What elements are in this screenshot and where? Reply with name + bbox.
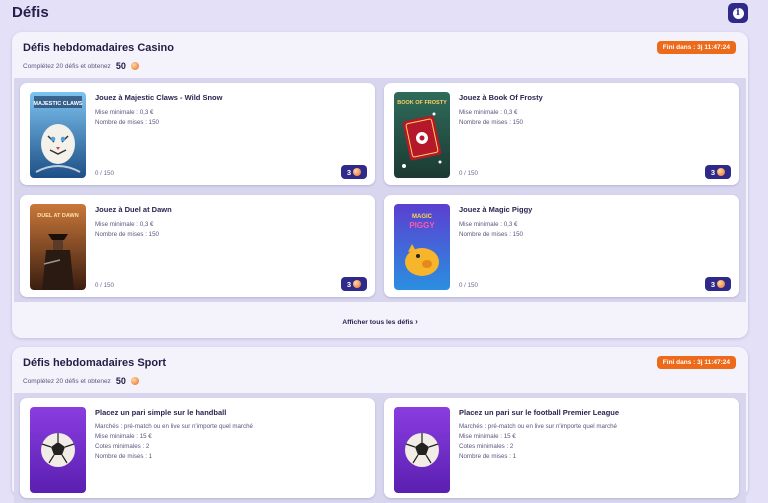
svg-text:MAJESTIC CLAWS: MAJESTIC CLAWS bbox=[33, 101, 83, 107]
svg-text:MAGIC: MAGIC bbox=[412, 214, 433, 220]
reward-button[interactable]: 3 bbox=[341, 165, 367, 179]
sport-challenges-section: Défis hebdomadaires Sport Complétez 20 d… bbox=[12, 347, 748, 503]
min-bet: Mise minimale : 15 € bbox=[95, 433, 152, 440]
bet-count: Nombre de mises : 150 bbox=[95, 119, 159, 126]
reward-button[interactable]: 3 bbox=[341, 277, 367, 291]
reward-amount: 50 bbox=[115, 376, 126, 386]
info-icon: i bbox=[732, 7, 744, 19]
show-all-label: Afficher tous les défis bbox=[342, 319, 414, 326]
reward-value: 3 bbox=[710, 279, 716, 289]
reward-button[interactable]: 3 bbox=[705, 277, 731, 291]
progress-text: 0 / 150 bbox=[459, 282, 478, 289]
min-bet: Mise minimale : 0,3 € bbox=[95, 109, 154, 116]
section-subtitle: Complétez 20 défis et obtenez 50 bbox=[23, 376, 139, 386]
game-thumbnail[interactable]: BOOK OF FROSTY bbox=[394, 92, 450, 178]
subtitle-text: Complétez 20 défis et obtenez bbox=[23, 377, 111, 385]
info-button[interactable]: i bbox=[728, 3, 748, 23]
timer-badge: Fini dans : 3j 11:47:24 bbox=[656, 41, 736, 54]
coin-icon bbox=[717, 280, 726, 288]
bet-count: Nombre de mises : 1 bbox=[95, 453, 153, 460]
min-bet: Mise minimale : 15 € bbox=[459, 433, 516, 440]
challenge-card[interactable]: Placez un pari sur le football Premier L… bbox=[384, 398, 739, 498]
progress-text: 0 / 150 bbox=[95, 282, 114, 289]
challenge-card[interactable]: MAJESTIC CLAWS Jouez à Majestic Claws - … bbox=[20, 83, 375, 185]
reward-value: 3 bbox=[346, 279, 352, 289]
bet-count: Nombre de mises : 1 bbox=[459, 453, 517, 460]
section-subtitle: Complétez 20 défis et obtenez 50 bbox=[23, 61, 139, 71]
markets: Marchés : pré-match ou en live sur n'imp… bbox=[459, 423, 617, 430]
subtitle-text: Complétez 20 défis et obtenez bbox=[23, 62, 111, 70]
min-bet: Mise minimale : 0,3 € bbox=[459, 109, 518, 116]
challenge-card[interactable]: MAGIC PIGGY Jouez à Magic Piggy Mise min… bbox=[384, 195, 739, 297]
game-thumbnail[interactable]: MAGIC PIGGY bbox=[394, 204, 450, 290]
progress-text: 0 / 150 bbox=[459, 170, 478, 177]
sport-thumbnail[interactable] bbox=[30, 407, 86, 493]
page-title: Défis bbox=[12, 4, 49, 21]
bet-count: Nombre de mises : 150 bbox=[459, 119, 523, 126]
show-all-link[interactable]: Afficher tous les défis › bbox=[12, 317, 748, 326]
reward-button[interactable]: 3 bbox=[705, 165, 731, 179]
coin-icon bbox=[353, 168, 362, 176]
challenge-card[interactable]: Placez un pari simple sur le handball Ma… bbox=[20, 398, 375, 498]
sport-thumbnail[interactable] bbox=[394, 407, 450, 493]
timer-badge: Fini dans : 3j 11:47:24 bbox=[656, 356, 736, 369]
coin-icon bbox=[353, 280, 362, 288]
min-bet: Mise minimale : 0,3 € bbox=[459, 221, 518, 228]
game-thumbnail[interactable]: DUEL AT DAWN bbox=[30, 204, 86, 290]
progress-text: 0 / 150 bbox=[95, 170, 114, 177]
reward-value: 3 bbox=[710, 167, 716, 177]
min-bet: Mise minimale : 0,3 € bbox=[95, 221, 154, 228]
card-title: Jouez à Book Of Frosty bbox=[459, 93, 543, 102]
card-title: Jouez à Majestic Claws - Wild Snow bbox=[95, 93, 223, 102]
section-title: Défis hebdomadaires Casino bbox=[23, 42, 174, 54]
svg-text:DUEL AT DAWN: DUEL AT DAWN bbox=[37, 213, 78, 219]
card-title: Jouez à Duel at Dawn bbox=[95, 205, 172, 214]
coin-icon bbox=[130, 62, 139, 70]
casino-challenges-section: Défis hebdomadaires Casino Complétez 20 … bbox=[12, 32, 748, 338]
game-thumbnail[interactable]: MAJESTIC CLAWS bbox=[30, 92, 86, 178]
coin-icon bbox=[717, 168, 726, 176]
challenge-card[interactable]: BOOK OF FROSTY Jouez à Book Of Frosty Mi… bbox=[384, 83, 739, 185]
min-odds: Cotes minimales : 2 bbox=[95, 443, 150, 450]
card-title: Jouez à Magic Piggy bbox=[459, 205, 533, 214]
bet-count: Nombre de mises : 150 bbox=[95, 231, 159, 238]
card-title: Placez un pari sur le football Premier L… bbox=[459, 408, 620, 417]
card-title: Placez un pari simple sur le handball bbox=[95, 408, 227, 417]
coin-icon bbox=[130, 377, 139, 385]
chevron-right-icon: › bbox=[415, 317, 418, 326]
section-title: Défis hebdomadaires Sport bbox=[23, 357, 167, 369]
bet-count: Nombre de mises : 150 bbox=[459, 231, 523, 238]
svg-text:BOOK OF FROSTY: BOOK OF FROSTY bbox=[397, 100, 447, 106]
reward-value: 3 bbox=[346, 167, 352, 177]
svg-text:PIGGY: PIGGY bbox=[409, 221, 435, 230]
min-odds: Cotes minimales : 2 bbox=[459, 443, 514, 450]
reward-amount: 50 bbox=[115, 61, 126, 71]
challenge-card[interactable]: DUEL AT DAWN Jouez à Duel at Dawn Mise m… bbox=[20, 195, 375, 297]
markets: Marchés : pré-match ou en live sur n'imp… bbox=[95, 423, 253, 430]
